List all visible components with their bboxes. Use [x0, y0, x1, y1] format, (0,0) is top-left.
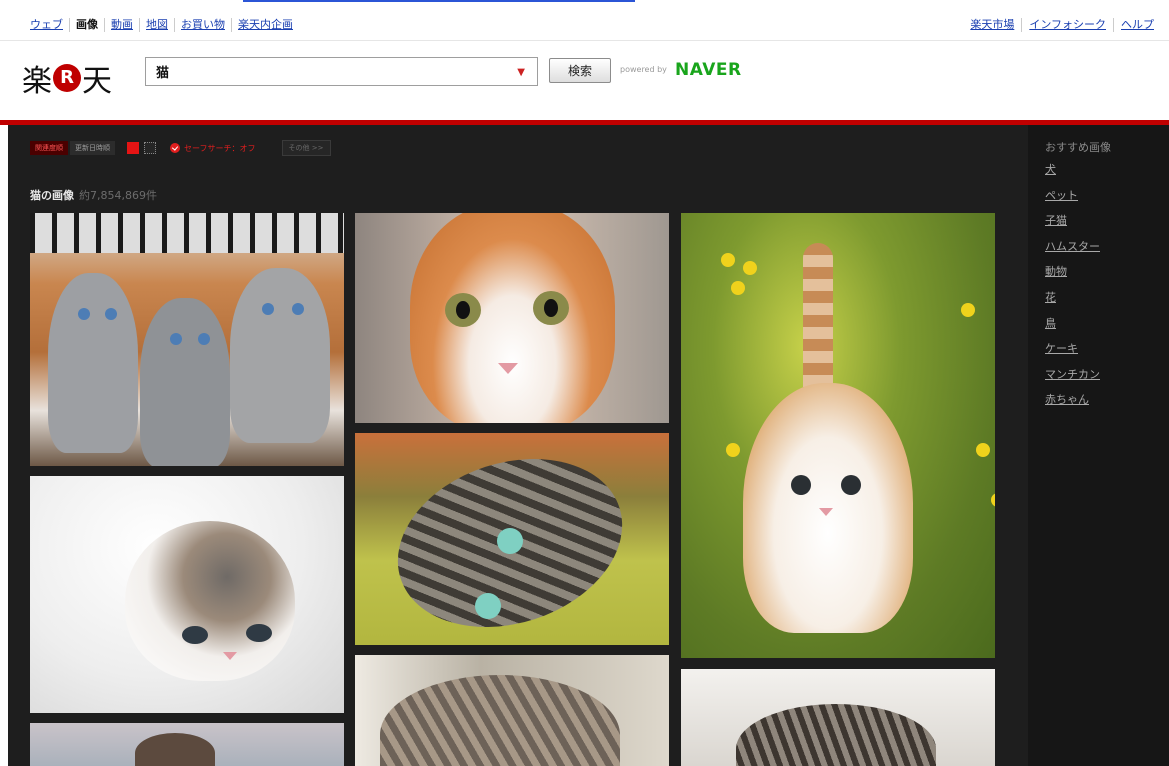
- grid-view-icon[interactable]: [144, 142, 156, 154]
- kitten-eye: [292, 303, 304, 315]
- cat-head: [135, 733, 215, 766]
- logo-r-mark-icon: R: [53, 64, 81, 92]
- recommended-link-kitten[interactable]: 子猫: [1045, 214, 1067, 227]
- recommended-list: 犬 ペット 子猫 ハムスター 動物 花 鳥 ケーキ マンチカン 赤ちゃん: [1045, 163, 1100, 419]
- crate-bars: [30, 213, 344, 253]
- sidebar-title: おすすめ画像: [1045, 141, 1111, 154]
- list-item: 鳥: [1045, 317, 1100, 343]
- recommended-link-baby[interactable]: 赤ちゃん: [1045, 393, 1089, 406]
- service-tabs: ウェブ 画像 動画 地図 お買い物 楽天内企画: [30, 18, 299, 32]
- image-result[interactable]: [30, 723, 344, 766]
- checkmark-icon: [170, 143, 180, 153]
- kitten-eye: [170, 333, 182, 345]
- search-box: ▼: [145, 57, 538, 86]
- recommended-link-munchkin[interactable]: マンチカン: [1045, 368, 1100, 381]
- kitten-eye: [78, 308, 90, 320]
- sleeping-cat: [380, 675, 620, 766]
- cat-eye: [445, 293, 481, 327]
- powered-by-label: powered by: [620, 65, 667, 74]
- search-input[interactable]: [146, 58, 496, 85]
- recommended-link-flower[interactable]: 花: [1045, 291, 1056, 304]
- sort-relevance-button[interactable]: 関連度順: [30, 141, 68, 155]
- results-heading: 猫の画像 約7,854,869件: [30, 187, 157, 203]
- rakuten-logo[interactable]: 楽 R 天: [22, 56, 112, 100]
- sort-date-button[interactable]: 更新日時順: [70, 141, 115, 155]
- cat-nose: [498, 363, 518, 374]
- list-item: ペット: [1045, 189, 1100, 215]
- tab-web[interactable]: ウェブ: [30, 18, 69, 32]
- orange-cat-head: [410, 213, 615, 423]
- image-result[interactable]: [355, 655, 669, 766]
- image-result[interactable]: [681, 669, 995, 766]
- kitten-eye: [262, 303, 274, 315]
- kitten-body: [230, 268, 330, 443]
- kitten-eye: [791, 475, 811, 495]
- recommended-link-bird[interactable]: 鳥: [1045, 317, 1056, 330]
- link-rakuten-ichiba[interactable]: 楽天市場: [963, 18, 1021, 32]
- kitten-nose: [819, 508, 833, 516]
- cat-head: [736, 704, 936, 766]
- kitten-eye: [198, 333, 210, 345]
- kitten-body: [48, 273, 138, 453]
- image-result[interactable]: [30, 476, 344, 713]
- kitten-nose: [223, 652, 237, 660]
- nav-divider: [0, 40, 1169, 41]
- large-view-icon[interactable]: [127, 142, 139, 154]
- logo-char-right: 天: [82, 64, 112, 99]
- recommended-link-animal[interactable]: 動物: [1045, 265, 1067, 278]
- cat-eye: [533, 291, 569, 325]
- tab-shopping[interactable]: お買い物: [174, 18, 231, 32]
- kitten-eye: [182, 626, 208, 644]
- top-strip: [0, 0, 1169, 10]
- calico-kitten: [125, 521, 295, 681]
- naver-logo: NAVER: [675, 60, 742, 80]
- list-item: 犬: [1045, 163, 1100, 189]
- utility-links: 楽天市場 インフォシーク ヘルプ: [963, 18, 1161, 32]
- tab-rakuten-projects[interactable]: 楽天内企画: [231, 18, 299, 32]
- image-result[interactable]: [30, 213, 344, 466]
- link-help[interactable]: ヘルプ: [1113, 18, 1161, 32]
- safe-search-label: セーフサーチ：オフ: [184, 143, 256, 153]
- image-result[interactable]: [355, 213, 669, 423]
- dropdown-arrow-icon[interactable]: ▼: [517, 67, 525, 78]
- results-count: 約7,854,869件: [79, 189, 157, 202]
- recommended-link-dog[interactable]: 犬: [1045, 163, 1056, 176]
- top-accent-bar: [243, 0, 635, 2]
- yellow-flowers: [721, 253, 735, 267]
- image-result[interactable]: [355, 433, 669, 645]
- recommended-link-hamster[interactable]: ハムスター: [1045, 240, 1100, 253]
- search-button[interactable]: 検索: [549, 58, 611, 83]
- list-item: ケーキ: [1045, 342, 1100, 368]
- kitten-body: [140, 298, 230, 466]
- link-infoseek[interactable]: インフォシーク: [1021, 18, 1113, 32]
- global-nav: ウェブ 画像 動画 地図 お買い物 楽天内企画 楽天市場 インフォシーク ヘルプ: [0, 14, 1169, 42]
- list-item: 赤ちゃん: [1045, 393, 1100, 419]
- kitten-eye: [841, 475, 861, 495]
- search-header: 楽 R 天 ▼ 検索 powered by NAVER: [0, 42, 1169, 120]
- kitten-eye: [246, 624, 272, 642]
- recommended-link-cake[interactable]: ケーキ: [1045, 342, 1078, 355]
- tab-maps[interactable]: 地図: [139, 18, 174, 32]
- more-options-button[interactable]: その他 >>: [281, 140, 331, 156]
- kitten-eye: [105, 308, 117, 320]
- cat-eye: [475, 593, 501, 619]
- results-toolbar: 関連度順 更新日時順 セーフサーチ：オフ その他 >>: [30, 140, 331, 156]
- cat-eye: [497, 528, 523, 554]
- safe-search-toggle[interactable]: セーフサーチ：オフ: [170, 143, 256, 154]
- tab-video[interactable]: 動画: [104, 18, 139, 32]
- list-item: ハムスター: [1045, 240, 1100, 266]
- image-result[interactable]: [681, 213, 995, 658]
- recommended-link-pet[interactable]: ペット: [1045, 189, 1078, 202]
- list-item: 子猫: [1045, 214, 1100, 240]
- tab-images[interactable]: 画像: [69, 18, 104, 32]
- logo-char-left: 楽: [22, 64, 52, 99]
- list-item: 動物: [1045, 265, 1100, 291]
- list-item: マンチカン: [1045, 368, 1100, 394]
- results-title: 猫の画像: [30, 189, 74, 202]
- recommended-sidebar: おすすめ画像 犬 ペット 子猫 ハムスター 動物 花 鳥 ケーキ マンチカン 赤…: [1028, 125, 1169, 766]
- list-item: 花: [1045, 291, 1100, 317]
